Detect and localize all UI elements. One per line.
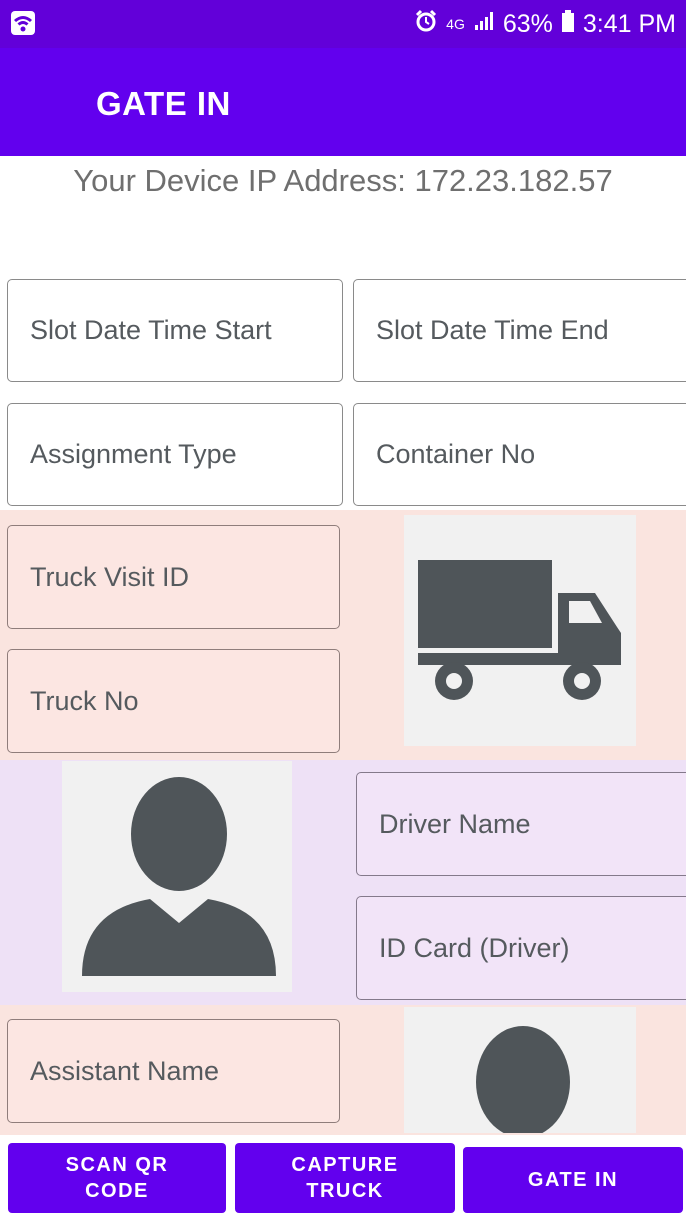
alarm-icon <box>414 9 438 40</box>
battery-icon <box>561 9 575 40</box>
device-ip-text: Your Device IP Address: 172.23.182.57 <box>73 163 613 198</box>
scan-qr-code-button[interactable]: SCAN QR CODE <box>8 1143 226 1213</box>
assistant-photo[interactable] <box>404 1007 636 1133</box>
assistant-name-field[interactable]: Assistant Name <box>7 1019 340 1123</box>
app-bar: GATE IN <box>0 48 686 156</box>
container-no-field[interactable]: Container No <box>353 403 686 506</box>
assignment-type-field[interactable]: Assignment Type <box>7 403 343 506</box>
truck-icon <box>404 560 636 746</box>
truck-photo[interactable] <box>404 515 636 746</box>
wifi-icon <box>10 10 36 41</box>
driver-photo[interactable] <box>62 761 292 992</box>
truck-no-field[interactable]: Truck No <box>7 649 340 753</box>
battery-percent: 63% <box>502 9 553 38</box>
person-icon <box>62 777 292 992</box>
capture-truck-button[interactable]: CAPTURE TRUCK <box>235 1143 455 1213</box>
slot-date-time-end-field[interactable]: Slot Date Time End <box>353 279 686 382</box>
id-card-driver-field[interactable]: ID Card (Driver) <box>356 896 686 1000</box>
slot-date-time-start-field[interactable]: Slot Date Time Start <box>7 279 343 382</box>
page-title: GATE IN <box>96 85 231 122</box>
person-icon <box>404 1026 636 1133</box>
driver-name-field[interactable]: Driver Name <box>356 772 686 876</box>
clock-time: 3:41 PM <box>582 9 676 38</box>
status-bar: 4G 63% 3:41 PM <box>0 0 686 48</box>
network-type: 4G <box>446 16 465 32</box>
gate-in-button[interactable]: GATE IN <box>463 1147 683 1213</box>
truck-visit-id-field[interactable]: Truck Visit ID <box>7 525 340 629</box>
signal-icon <box>473 10 495 39</box>
